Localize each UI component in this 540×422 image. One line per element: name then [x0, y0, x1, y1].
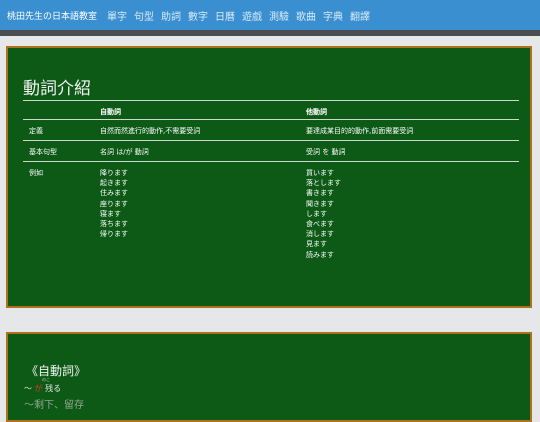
nav-link-translation[interactable]: 翻譯 [350, 8, 370, 23]
example-verb: します [306, 209, 327, 218]
site-brand[interactable]: 桃田先生の日本語教室 [7, 9, 97, 22]
table-row-definition: 定義 自然而然進行的動作,不需要受詞 要達成某目的的動作,前面需要受詞 [23, 120, 519, 141]
tilde-prefix: ～ [24, 384, 32, 393]
definition-intransitive: 自然而然進行的動作,不需要受詞 [100, 127, 201, 135]
nav-link-quiz[interactable]: 測驗 [269, 8, 289, 23]
example-verb: 消します [306, 230, 334, 239]
nav-link-dictionary[interactable]: 字典 [323, 8, 343, 23]
example-verb: 落とします [306, 179, 341, 188]
nav-link-songs[interactable]: 歌曲 [296, 8, 316, 23]
intransitive-verb-board: 《自動詞》 のこ ～ が 残る ～剩下、留存 [6, 332, 532, 422]
particle-highlight: が [34, 384, 43, 393]
example-verb: 寝ます [100, 209, 121, 218]
nav-link-numbers[interactable]: 數字 [188, 8, 208, 23]
row-label-examples: 例如 [29, 169, 43, 177]
example-verb: 聞きます [306, 199, 334, 208]
example-verb: 落ちます [100, 220, 128, 229]
table-row-pattern: 基本句型 名詞 は/が 動詞 受詞 を 動詞 [23, 141, 519, 162]
example-verb: 降ります [100, 169, 128, 177]
table-header-row: 自動詞 他動詞 [23, 101, 519, 120]
example-verb: 食べます [306, 220, 334, 229]
nav-menu: 單字 句型 助詞 數字 日曆 遊戲 測驗 歌曲 字典 翻譯 [107, 8, 377, 23]
examples-transitive-list: 買います 落とします 書きます 聞きます します 食べます 消します 見ます 読… [306, 168, 341, 260]
verb-word: 残る [45, 384, 62, 393]
nav-link-sentence-patterns[interactable]: 句型 [134, 8, 154, 23]
definition-transitive: 要達成某目的的動作,前面需要受詞 [306, 127, 414, 135]
table-row-examples: 例如 降ります 起きます 住みます 座ります 寝ます 落ちます 帰ります 買いま… [23, 162, 519, 272]
board-title: 《自動詞》 [26, 364, 87, 378]
example-verb: 座ります [100, 199, 128, 208]
pattern-transitive: 受詞 を 動詞 [306, 148, 346, 156]
example-verb: 住みます [100, 189, 128, 198]
example-verb: 買います [306, 169, 334, 177]
example-verb: 帰ります [100, 230, 128, 239]
row-label-definition: 定義 [29, 127, 43, 135]
examples-intransitive-list: 降ります 起きます 住みます 座ります 寝ます 落ちます 帰ります [100, 168, 128, 239]
board-title: 動詞介紹 [23, 79, 91, 99]
header-intransitive: 自動詞 [100, 108, 121, 116]
example-verb: 書きます [306, 189, 334, 198]
verb-comparison-table: 自動詞 他動詞 定義 自然而然進行的動作,不需要受詞 要達成某目的的動作,前面需… [23, 101, 519, 272]
top-navbar: 桃田先生の日本語教室 單字 句型 助詞 數字 日曆 遊戲 測驗 歌曲 字典 翻譯 [0, 0, 540, 30]
example-verb: 見ます [306, 240, 327, 249]
example-verb: 読みます [306, 250, 334, 259]
nav-link-calendar[interactable]: 日曆 [215, 8, 235, 23]
header-transitive: 他動詞 [306, 108, 327, 116]
verb-meaning: ～剩下、留存 [24, 400, 84, 411]
navbar-shadow-strip [0, 30, 540, 36]
verb-intro-board: 動詞介紹 自動詞 他動詞 定義 自然而然進行的動作,不需要受詞 要達成某目的的動… [6, 46, 532, 308]
nav-link-particles[interactable]: 助詞 [161, 8, 181, 23]
row-label-pattern: 基本句型 [29, 148, 57, 156]
nav-link-vocabulary[interactable]: 單字 [107, 8, 127, 23]
nav-link-games[interactable]: 遊戲 [242, 8, 262, 23]
pattern-intransitive: 名詞 は/が 動詞 [100, 148, 149, 156]
example-verb: 起きます [100, 179, 128, 188]
example-phrase: ～ が 残る [24, 383, 61, 394]
